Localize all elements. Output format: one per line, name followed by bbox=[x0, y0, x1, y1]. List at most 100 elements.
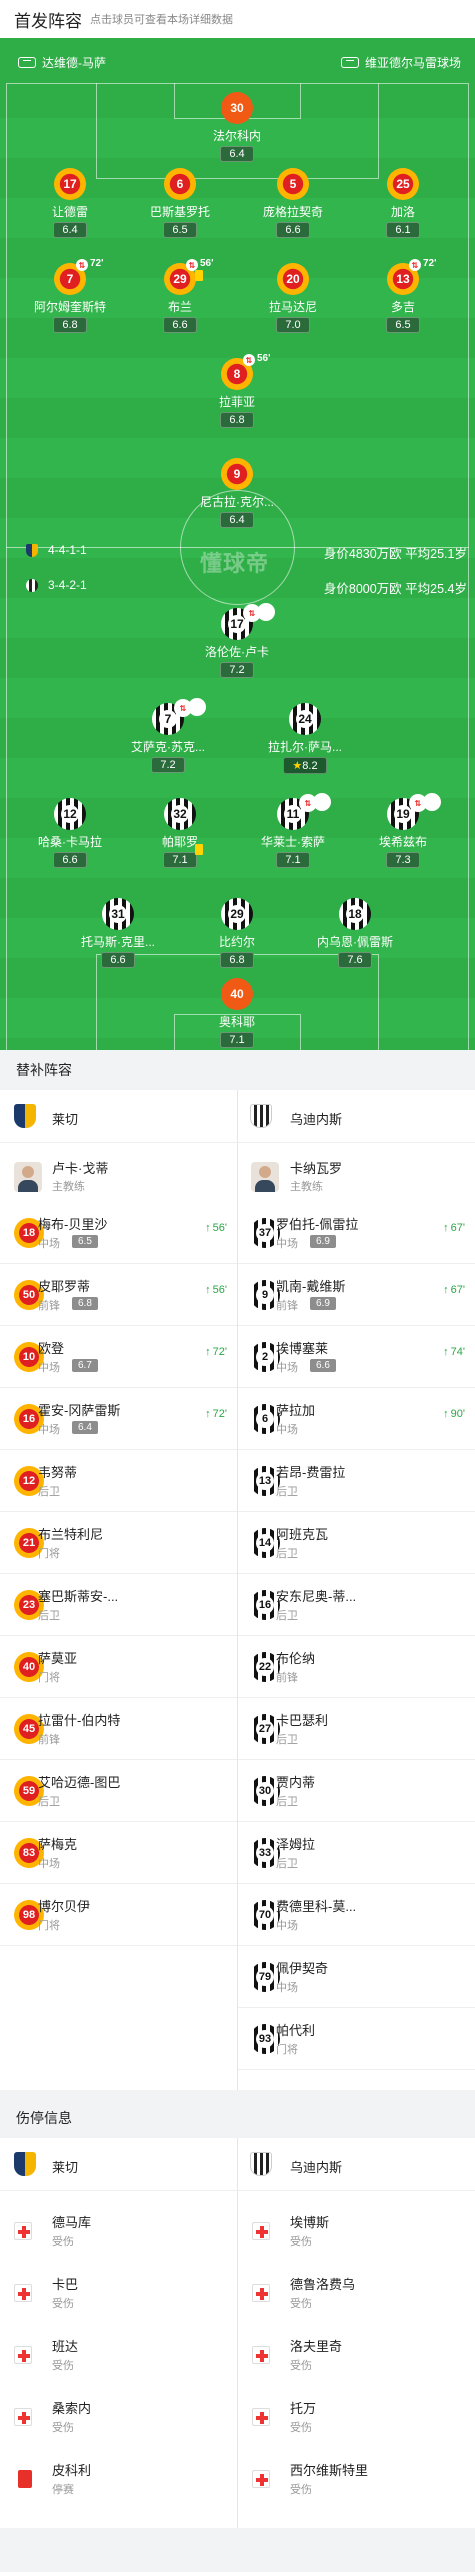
sub-name: 贾内蒂 bbox=[276, 1775, 316, 1790]
player-lineup_top-4[interactable]: 25 加洛 6.1 bbox=[343, 168, 463, 238]
player-lineup_bottom-6[interactable]: 19 ⇅ 74' 埃希兹布 7.3 bbox=[343, 793, 463, 868]
sub-row-right[interactable]: 22 布伦纳 前锋 bbox=[238, 1636, 475, 1698]
injury-row-right[interactable]: 洛夫里奇 受伤 bbox=[238, 2322, 475, 2384]
injury-row-right[interactable]: 德鲁洛费乌 受伤 bbox=[238, 2260, 475, 2322]
injury-row-right[interactable]: 西尔维斯特里 受伤 bbox=[238, 2446, 475, 2508]
jersey-icon: 11 ⇅ 90' bbox=[277, 793, 331, 830]
yellow-card-icon bbox=[195, 844, 203, 855]
sub-position: 前锋 bbox=[276, 1672, 298, 1684]
injury-section-title: 伤停信息 bbox=[0, 2098, 475, 2138]
sub-position: 后卫 bbox=[38, 1796, 60, 1808]
player-lineup_top-2[interactable]: 6 巴斯基罗托 6.5 bbox=[120, 168, 240, 238]
player-lineup_top-6[interactable]: 29 ⇅ 56' 布兰 6.6 bbox=[120, 258, 240, 333]
sub-row-right[interactable]: 37 罗伯托-佩雷拉 中场6.967' bbox=[238, 1202, 475, 1264]
sub-row-left[interactable]: 18 梅布-贝里沙 中场6.556' bbox=[0, 1202, 237, 1264]
sub-row-right[interactable]: 6 萨拉加 中场90' bbox=[238, 1388, 475, 1450]
player-lineup_bottom-10[interactable]: 40 奥科耶 7.1 bbox=[177, 978, 297, 1048]
player-name: 让德雷 bbox=[51, 205, 88, 219]
sub-position: 后卫 bbox=[276, 1610, 298, 1622]
player-name: 拉菲亚 bbox=[218, 395, 255, 409]
player-lineup_top-1[interactable]: 17 让德雷 6.4 bbox=[10, 168, 130, 238]
injury-row-right[interactable]: 埃博斯 受伤 bbox=[238, 2198, 475, 2260]
sub-name: 艾哈迈德-图巴 bbox=[38, 1775, 121, 1790]
sub-row-right[interactable]: 9 凯南-戴维斯 前锋6.967' bbox=[238, 1264, 475, 1326]
home-stadium-label: 达维德-马萨 bbox=[18, 52, 106, 72]
player-lineup_bottom-5[interactable]: 11 ⇅ 90' 华莱士·索萨 7.1 bbox=[233, 793, 353, 868]
sub-row-left[interactable]: 98 博尔贝伊 门将 bbox=[0, 1884, 237, 1946]
injury-row-left[interactable]: 班达 受伤 bbox=[0, 2322, 237, 2384]
injury-status: 受伤 bbox=[52, 2360, 74, 2372]
event-minute: 56' bbox=[257, 353, 271, 364]
sub-row-right[interactable]: 27 卡巴瑟利 后卫 bbox=[238, 1698, 475, 1760]
watermark: 懂球帝 bbox=[200, 551, 270, 576]
player-rating: 7.1 bbox=[163, 852, 197, 868]
player-name: 庞格拉契奇 bbox=[262, 205, 323, 219]
sub-position: 门将 bbox=[38, 1672, 60, 1684]
injury-row-left[interactable]: 皮科利 停赛 bbox=[0, 2446, 237, 2508]
sub-row-left[interactable]: 45 拉雷什-伯内特 前锋 bbox=[0, 1698, 237, 1760]
injury-row-right[interactable]: 托万 受伤 bbox=[238, 2384, 475, 2446]
sub-row-right[interactable]: 2 埃博塞莱 中场6.674' bbox=[238, 1326, 475, 1388]
player-lineup_top-9[interactable]: 8 ⇅ 56' 拉菲亚 6.8 bbox=[177, 353, 297, 428]
sub-name: 阿班克瓦 bbox=[276, 1527, 329, 1542]
sub-row-left[interactable]: 21 布兰特利尼 门将 bbox=[0, 1512, 237, 1574]
sub-position: 中场 bbox=[38, 1424, 60, 1436]
lecce-formation: 4-4-1-1 bbox=[26, 543, 87, 557]
sub-row-left[interactable]: 12 韦努蒂 后卫 bbox=[0, 1450, 237, 1512]
sub-row-right[interactable]: 16 安东尼奥-蒂... 后卫 bbox=[238, 1574, 475, 1636]
player-name: 华莱士·索萨 bbox=[261, 835, 325, 849]
injury-row-left[interactable]: 德马库 受伤 bbox=[0, 2198, 237, 2260]
player-rating: 6.1 bbox=[386, 222, 420, 238]
player-lineup_top-0[interactable]: 30 法尔科内 6.4 bbox=[177, 92, 297, 162]
sub-row-right[interactable]: 30 贾内蒂 后卫 bbox=[238, 1760, 475, 1822]
player-lineup_bottom-9[interactable]: 18 内乌恩·佩雷斯 7.6 bbox=[295, 898, 415, 968]
player-lineup_bottom-3[interactable]: 12 哈桑·卡马拉 6.6 bbox=[10, 798, 130, 868]
player-rating: ★8.2 bbox=[283, 757, 327, 774]
sub-row-left[interactable]: 59 艾哈迈德-图巴 后卫 bbox=[0, 1760, 237, 1822]
sub-in-minute: 72' bbox=[205, 1408, 227, 1420]
jersey-icon: 30 bbox=[221, 92, 253, 124]
sub-row-left[interactable]: 40 萨莫亚 门将 bbox=[0, 1636, 237, 1698]
player-lineup_bottom-0[interactable]: 17 ⇅ 67' 洛伦佐·卢卡 7.2 bbox=[177, 603, 297, 678]
player-lineup_bottom-2[interactable]: 24 拉扎尔·萨马... ★8.2 bbox=[245, 703, 365, 774]
player-lineup_bottom-4[interactable]: 32 帕耶罗 7.1 bbox=[120, 798, 240, 868]
sub-row-right[interactable]: 13 若昂-费雷拉 后卫 bbox=[238, 1450, 475, 1512]
player-lineup_top-7[interactable]: 20 拉马达尼 7.0 bbox=[233, 263, 353, 333]
sub-row-left[interactable]: 50 皮耶罗蒂 前锋6.856' bbox=[0, 1264, 237, 1326]
sub-row-right[interactable]: 14 阿班克瓦 后卫 bbox=[238, 1512, 475, 1574]
player-lineup_bottom-1[interactable]: 7 ⇅ 67' 艾萨克·苏克... 7.2 bbox=[108, 698, 228, 773]
player-rating: 7.3 bbox=[386, 852, 420, 868]
sub-name: 卡巴瑟利 bbox=[276, 1713, 329, 1728]
lecce-logo bbox=[14, 1104, 36, 1128]
lecce-shield-icon bbox=[26, 543, 38, 557]
injury-status: 受伤 bbox=[290, 2236, 312, 2248]
udinese-team-name-injury: 乌迪内斯 bbox=[290, 2160, 343, 2175]
player-lineup_bottom-7[interactable]: 31 托马斯·克里... 6.6 bbox=[58, 898, 178, 968]
sub-row-left[interactable]: 83 萨梅克 中场 bbox=[0, 1822, 237, 1884]
subs-panel: 莱切 乌迪内斯 卢卡·戈蒂 主教练 卡纳瓦罗 主教练 18 梅布-贝里沙 中场 6… bbox=[0, 1090, 475, 2090]
sub-row-right[interactable]: 33 泽姆拉 后卫 bbox=[238, 1822, 475, 1884]
jersey-icon: 12 bbox=[54, 798, 86, 830]
sub-row-left[interactable]: 10 欧登 中场6.772' bbox=[0, 1326, 237, 1388]
sub-name: 塞巴斯蒂安-... bbox=[38, 1589, 119, 1604]
sub-row-right[interactable]: 79 佩伊契奇 中场 bbox=[238, 1946, 475, 2008]
udinese-value-info: 身价8000万欧 平均25.4岁 bbox=[323, 582, 467, 596]
player-lineup_top-3[interactable]: 5 庞格拉契奇 6.6 bbox=[233, 168, 353, 238]
sub-row-right[interactable]: 70 费德里科-莫... 中场 bbox=[238, 1884, 475, 1946]
player-lineup_bottom-8[interactable]: 29 比约尔 6.8 bbox=[177, 898, 297, 968]
event-minute: 67' bbox=[257, 603, 275, 621]
player-rating: 6.8 bbox=[220, 412, 254, 428]
sub-row-left[interactable]: 23 塞巴斯蒂安-... 后卫 bbox=[0, 1574, 237, 1636]
injured-player-name: 卡巴 bbox=[52, 2277, 79, 2292]
player-rating: 6.6 bbox=[163, 317, 197, 333]
udinese-coach-name[interactable]: 卡纳瓦罗 bbox=[290, 1158, 342, 1177]
sub-row-left[interactable]: 16 霍安-冈萨雷斯 中场6.472' bbox=[0, 1388, 237, 1450]
injury-row-left[interactable]: 桑索内 受伤 bbox=[0, 2384, 237, 2446]
lecce-coach-name[interactable]: 卢卡·戈蒂 bbox=[52, 1158, 108, 1177]
player-lineup_top-10[interactable]: 9 尼古拉·克尔... 6.4 bbox=[177, 458, 297, 528]
player-lineup_top-8[interactable]: 13 ⇅ 72' 多吉 6.5 bbox=[343, 258, 463, 333]
player-lineup_top-5[interactable]: 7 ⇅ 72' 阿尔姆奎斯特 6.8 bbox=[10, 258, 130, 333]
injury-row-left[interactable]: 卡巴 受伤 bbox=[0, 2260, 237, 2322]
sub-row-right[interactable]: 93 帕代利 门将 bbox=[238, 2008, 475, 2070]
injury-status: 受伤 bbox=[52, 2422, 74, 2434]
